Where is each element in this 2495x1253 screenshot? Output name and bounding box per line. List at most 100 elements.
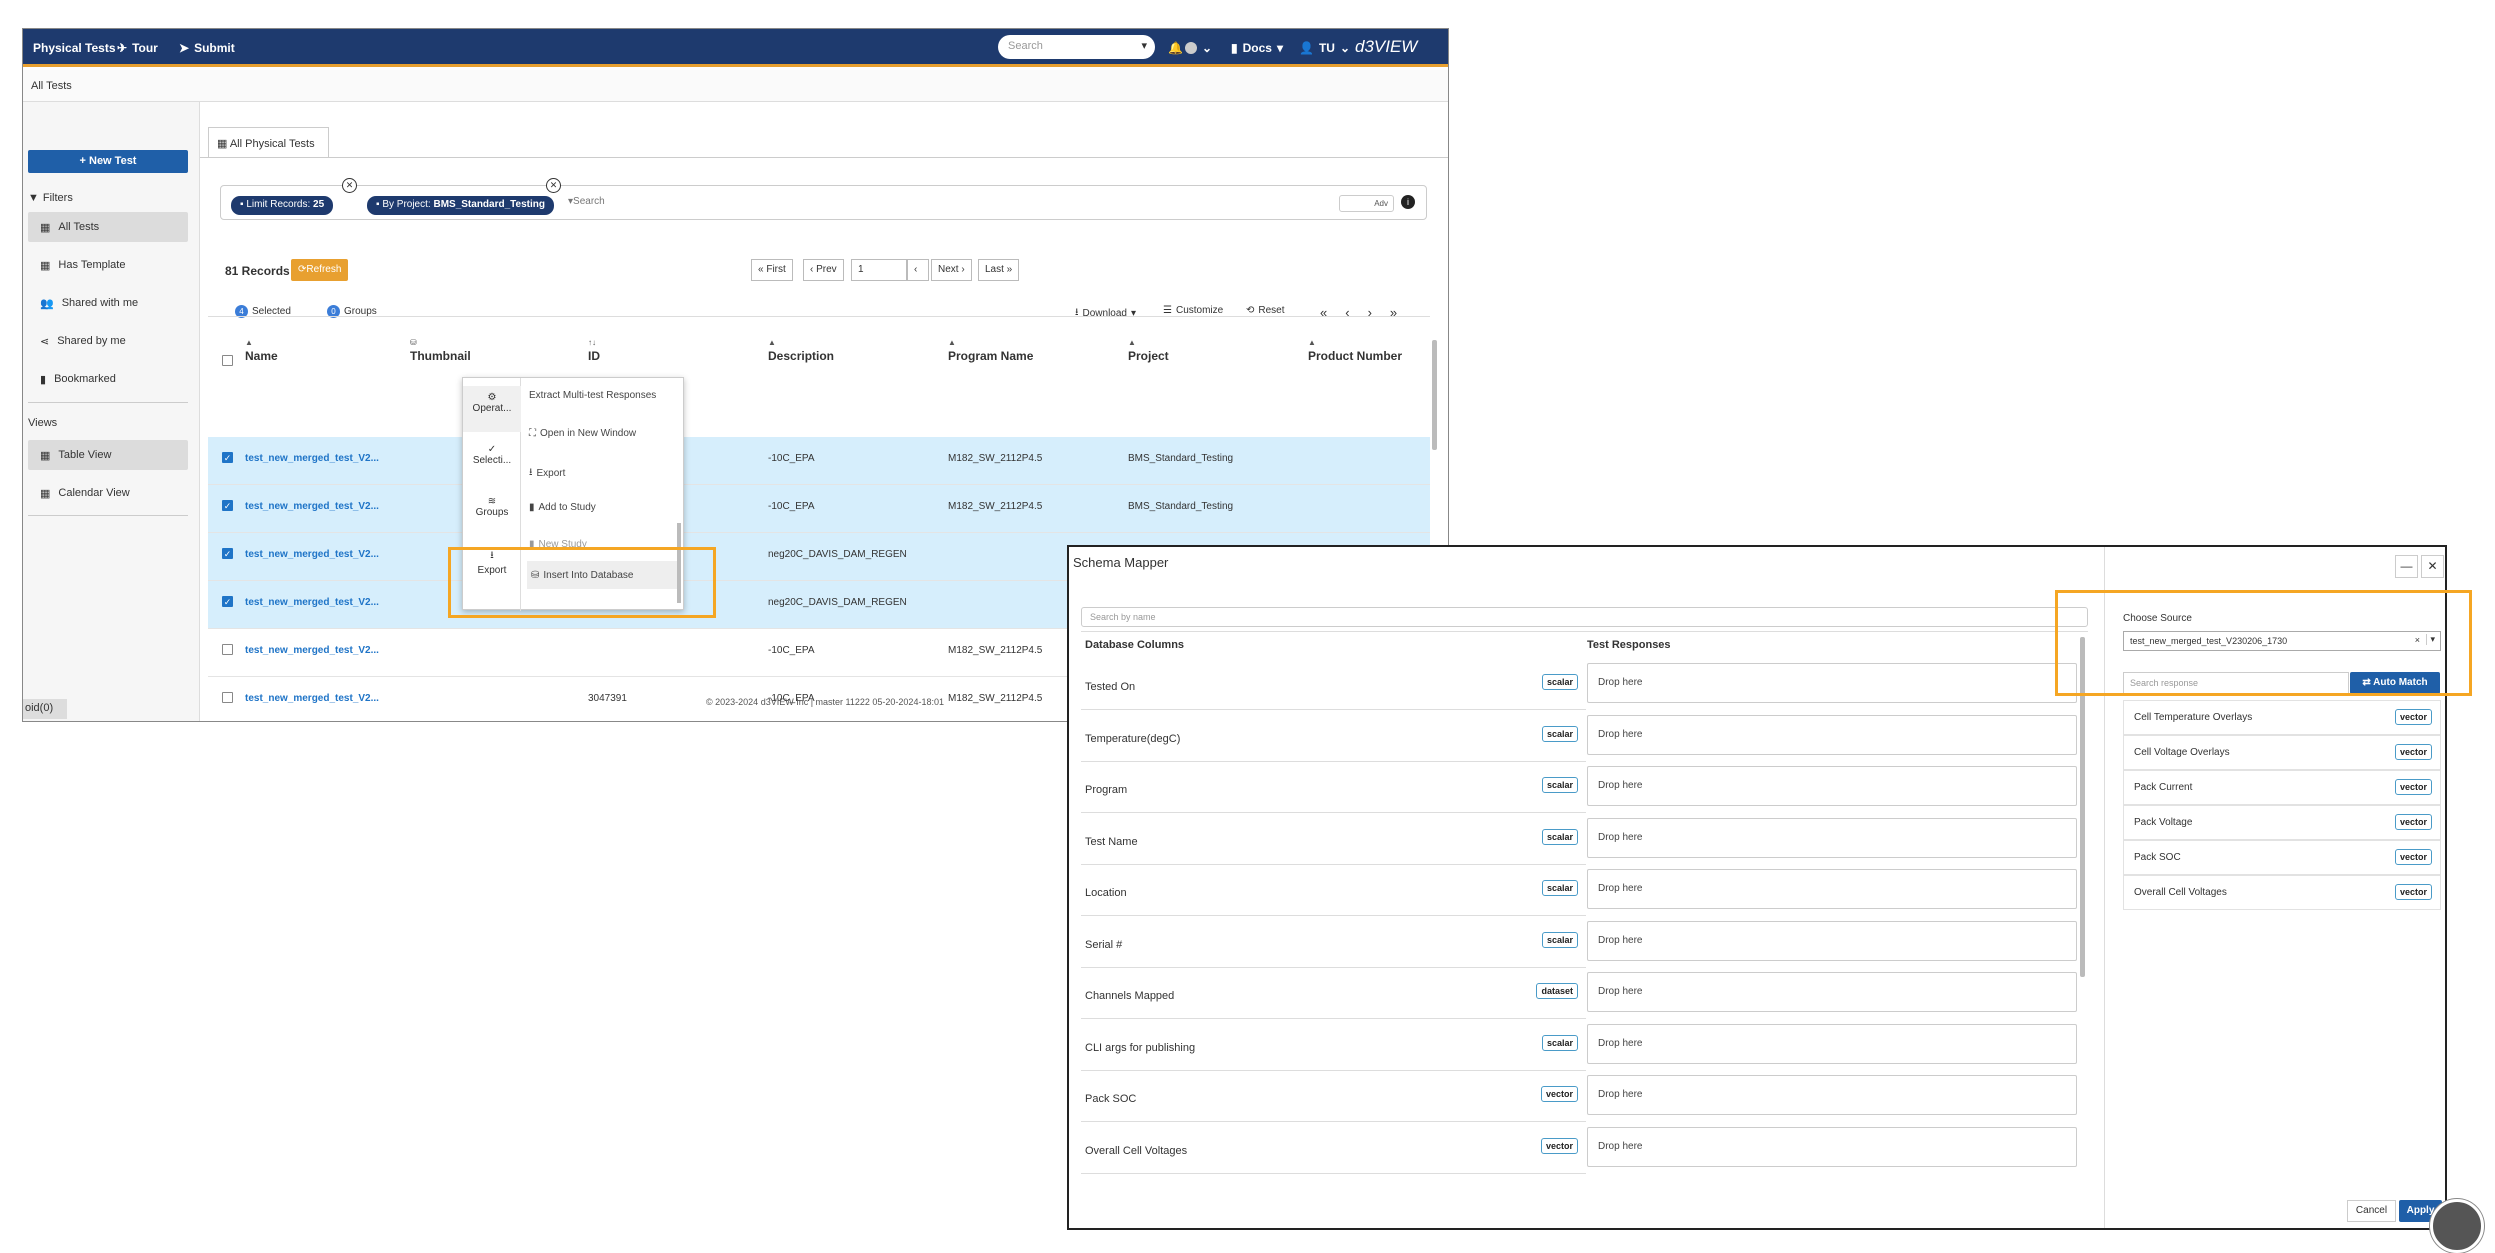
- page-stepper[interactable]: ‹: [907, 259, 929, 281]
- drop-zone[interactable]: Drop here: [1587, 714, 2077, 755]
- column-header-id[interactable]: ↑↓ ID: [588, 338, 600, 363]
- drop-zone[interactable]: Drop here: [1587, 1023, 2077, 1064]
- sidebar-item-shared-with-me[interactable]: 👥 Shared with me: [28, 288, 188, 318]
- limit-records-chip[interactable]: ▪ Limit Records: 25: [231, 196, 334, 215]
- response-item[interactable]: Pack SOC vector: [2123, 840, 2441, 875]
- sidebar-item-shared-by-me[interactable]: ⋖ Shared by me: [28, 326, 188, 356]
- response-item[interactable]: Pack Current vector: [2123, 770, 2441, 805]
- name-link[interactable]: test_new_merged_test_V2...: [245, 645, 379, 656]
- double-chevron-left-icon[interactable]: «: [1320, 305, 1327, 320]
- row-checkbox[interactable]: ✓: [222, 500, 233, 511]
- column-header-description[interactable]: ▲ Description: [768, 338, 834, 363]
- highlight-box-insert-db: [448, 547, 716, 618]
- row-checkbox[interactable]: ✓: [222, 596, 233, 607]
- mapping-row: Temperature(degC) scalar: [1081, 711, 1586, 762]
- table-row[interactable]: ✓test_new_merged_test_V2...3047393-10C_E…: [208, 437, 1430, 485]
- info-icon[interactable]: i: [1401, 195, 1415, 209]
- refresh-button[interactable]: ⟳Refresh: [291, 259, 349, 281]
- drop-zone[interactable]: Drop here: [1587, 920, 2077, 961]
- row-checkbox[interactable]: ✓: [222, 452, 233, 463]
- submit-button[interactable]: ➤ Submit: [179, 41, 235, 55]
- ctx-category-operations[interactable]: ⚙ Operat...: [463, 386, 521, 432]
- table-scrollbar[interactable]: [1432, 340, 1437, 450]
- name-link[interactable]: test_new_merged_test_V2...: [245, 453, 379, 464]
- response-item[interactable]: Cell Temperature Overlays vector: [2123, 700, 2441, 735]
- mapping-row: Tested On scalar: [1081, 659, 1586, 710]
- menu-item-add-to-study[interactable]: ▮ Add to Study: [529, 502, 596, 513]
- project-cell: BMS_Standard_Testing: [1128, 501, 1234, 512]
- name-link[interactable]: test_new_merged_test_V2...: [245, 597, 379, 608]
- menu-item-label: Export: [536, 468, 566, 479]
- drop-zone[interactable]: Drop here: [1587, 869, 2077, 909]
- records-count: 81 Records: [225, 264, 290, 278]
- column-header-thumbnail[interactable]: ⛁ Thumbnail: [410, 338, 471, 363]
- column-header-program-name[interactable]: ▲ Program Name: [948, 338, 1033, 363]
- prev-page-button[interactable]: ‹ Prev: [803, 259, 844, 281]
- response-item[interactable]: Pack Voltage vector: [2123, 805, 2441, 840]
- filter-search-input[interactable]: ▾Search: [568, 196, 605, 207]
- cancel-button[interactable]: Cancel: [2347, 1200, 2396, 1222]
- sidebar-item-bookmarked[interactable]: ▮ Bookmarked: [28, 364, 188, 394]
- double-chevron-right-icon[interactable]: »: [1390, 305, 1397, 320]
- sidebar-item-all-tests[interactable]: ▦ All Tests: [28, 212, 188, 242]
- drop-zone[interactable]: Drop here: [1587, 766, 2077, 806]
- download-menu[interactable]: ⭳ Download ▾: [1075, 305, 1136, 322]
- sidebar-item-has-template[interactable]: ▦ Has Template: [28, 250, 188, 280]
- response-item[interactable]: Cell Voltage Overlays vector: [2123, 735, 2441, 770]
- ctx-category-selection[interactable]: ✓ Selecti...: [463, 438, 521, 484]
- ctx-category-groups[interactable]: ≋ Groups: [463, 490, 521, 536]
- user-menu[interactable]: 👤 TU ⌄: [1299, 41, 1350, 55]
- tab-all-physical-tests[interactable]: ▦ All Physical Tests: [208, 127, 329, 157]
- remove-limit-chip-close-icon[interactable]: ✕: [342, 178, 357, 193]
- bell-icon[interactable]: 🔔: [1168, 41, 1183, 55]
- menu-item-open-new-window[interactable]: ⛶ Open in New Window: [529, 428, 636, 439]
- db-search-placeholder: Search by name: [1090, 612, 1156, 622]
- name-link[interactable]: test_new_merged_test_V2...: [245, 549, 379, 560]
- type-badge: vector: [1540, 1137, 1578, 1154]
- drop-zone[interactable]: Drop here: [1587, 972, 2077, 1012]
- project-chip[interactable]: ▪ By Project: BMS_Standard_Testing: [367, 196, 554, 215]
- drop-zone[interactable]: Drop here: [1587, 1075, 2077, 1115]
- remove-project-chip-close-icon[interactable]: ✕: [546, 178, 561, 193]
- new-test-button[interactable]: + New Test: [28, 150, 188, 173]
- column-header-project[interactable]: ▲ Project: [1128, 338, 1169, 363]
- db-column-search-input[interactable]: Search by name: [1081, 607, 2088, 627]
- drop-zone[interactable]: Drop here: [1587, 817, 2077, 858]
- adv-toggle[interactable]: Adv: [1339, 195, 1394, 212]
- row-checkbox[interactable]: ✓: [222, 548, 233, 559]
- chevron-left-icon[interactable]: ‹: [1345, 305, 1349, 320]
- docs-label: Docs: [1242, 41, 1272, 55]
- gear-icon: ⚙: [487, 392, 497, 403]
- customize-button[interactable]: ☰ Customize: [1163, 305, 1223, 316]
- column-header-name[interactable]: ▲ Name: [245, 338, 278, 363]
- chevron-right-icon[interactable]: ›: [1368, 305, 1372, 320]
- status-toggle[interactable]: ⌄: [1185, 41, 1212, 55]
- sidebar-item-calendar-view[interactable]: ▦ Calendar View: [28, 478, 188, 508]
- drop-zone[interactable]: Drop here: [1587, 1126, 2077, 1167]
- column-header-product-number[interactable]: ▲ Product Number: [1308, 338, 1402, 363]
- first-page-button[interactable]: « First: [751, 259, 793, 281]
- table-row[interactable]: ✓ test_new_merged_test_V2... -10C_EPA M182_…: [208, 485, 1430, 533]
- row-checkbox[interactable]: [222, 644, 233, 655]
- description-cell: neg20C_DAVIS_DAM_REGEN: [768, 549, 907, 560]
- reset-button[interactable]: ⟲ Reset: [1246, 305, 1285, 316]
- type-badge: dataset: [1536, 983, 1578, 999]
- download-icon: ⭳: [1075, 307, 1079, 318]
- mapping-row: Channels Mapped dataset: [1081, 968, 1586, 1019]
- brand-link[interactable]: Physical Tests: [33, 41, 116, 55]
- last-page-button[interactable]: Last »: [978, 259, 1020, 281]
- menu-item-export[interactable]: ⭳ Export: [529, 465, 565, 482]
- sidebar-item-table-view[interactable]: ▦ Table View: [28, 440, 188, 470]
- name-link[interactable]: test_new_merged_test_V2...: [245, 501, 379, 512]
- page-number-input[interactable]: 1: [851, 259, 907, 281]
- program-name-cell: M182_SW_2112P4.5: [948, 453, 1043, 464]
- select-all-checkbox[interactable]: [222, 355, 233, 366]
- drop-zone[interactable]: Drop here: [1587, 663, 2077, 703]
- response-item[interactable]: Overall Cell Voltages vector: [2123, 875, 2441, 910]
- nav-search-input[interactable]: Search ▾: [998, 35, 1155, 59]
- docs-menu[interactable]: ▮ Docs ▾: [1231, 41, 1283, 55]
- menu-item-extract-multi-test[interactable]: Extract Multi-test Responses: [529, 390, 656, 401]
- status-tab[interactable]: oid(0): [23, 699, 67, 719]
- next-page-button[interactable]: Next ›: [931, 259, 972, 281]
- tour-button[interactable]: ✈ Tour: [117, 41, 158, 55]
